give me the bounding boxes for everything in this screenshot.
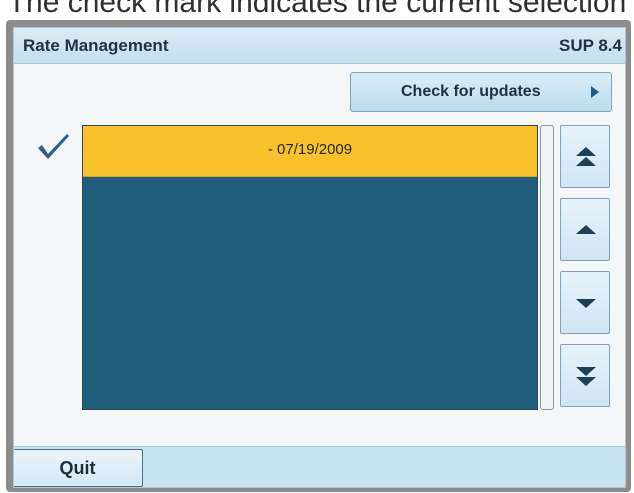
instruction-caption: The check mark indicates the current sel…	[7, 0, 627, 19]
arrow-right-icon	[591, 86, 599, 98]
scroll-up-button[interactable]	[560, 198, 610, 261]
scroll-last-button[interactable]	[560, 344, 610, 407]
title-bar: Rate Management SUP 8.4	[14, 28, 625, 64]
scroll-down-button[interactable]	[560, 271, 610, 334]
double-chevron-up-icon	[576, 147, 596, 166]
check-mark-icon	[38, 134, 69, 159]
check-for-updates-button[interactable]: Check for updates	[350, 72, 612, 112]
quit-label: Quit	[59, 458, 96, 478]
quit-button[interactable]: Quit	[14, 449, 143, 487]
scroll-first-button[interactable]	[560, 125, 610, 188]
chevron-up-icon	[576, 225, 596, 234]
check-for-updates-label: Check for updates	[401, 83, 541, 100]
chevron-down-icon	[576, 299, 596, 308]
page-title: Rate Management	[23, 36, 169, 55]
list-scrollbar[interactable]	[540, 125, 554, 410]
version-label: SUP 8.4	[558, 36, 622, 55]
list-item-selected[interactable]: - 07/19/2009	[83, 126, 537, 177]
double-chevron-down-icon	[576, 367, 596, 386]
rate-management-screen: Rate Management SUP 8.4 Check for update…	[13, 27, 626, 488]
rate-list[interactable]: - 07/19/2009	[82, 125, 538, 410]
list-item-label: - 07/19/2009	[267, 141, 353, 158]
